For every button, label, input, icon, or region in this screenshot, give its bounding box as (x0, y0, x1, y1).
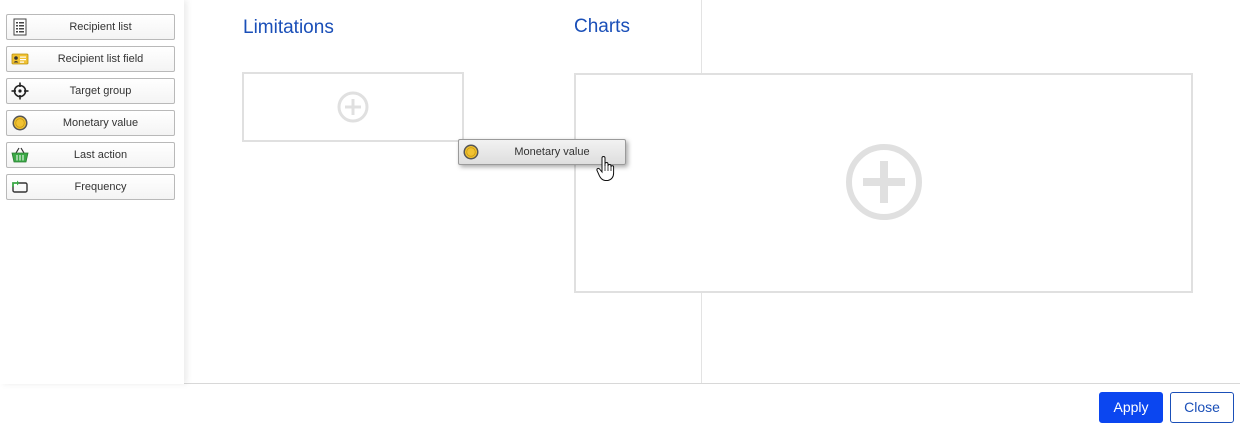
palette-item-label: Recipient list (69, 21, 132, 33)
palette-item-label: Target group (69, 85, 132, 97)
apply-button[interactable]: Apply (1099, 392, 1163, 423)
palette-item-label: Monetary value (62, 117, 139, 129)
hand-cursor-icon (596, 156, 615, 181)
palette-item-target-group[interactable]: Target group (6, 78, 175, 104)
dialog-footer: Apply Close (0, 383, 1240, 437)
charts-drop-zone[interactable] (574, 73, 1193, 293)
main-area: Limitations Charts (184, 0, 1240, 384)
id-card-icon (11, 53, 29, 65)
close-button[interactable]: Close (1170, 392, 1234, 423)
palette-item-frequency[interactable]: Frequency (6, 174, 175, 200)
palette-item-label: Last action (73, 149, 128, 161)
limitations-title: Limitations (243, 17, 334, 38)
list-icon (13, 18, 27, 36)
palette-item-label: Frequency (74, 181, 127, 193)
palette-item-last-action[interactable]: Last action (6, 142, 175, 168)
repeat-icon (12, 180, 28, 193)
add-icon (337, 91, 369, 123)
palette-item-label: Recipient list field (57, 53, 144, 65)
coin-icon (12, 115, 28, 131)
limitations-drop-zone[interactable] (242, 72, 464, 142)
basket-icon (11, 147, 29, 163)
palette-item-monetary-value[interactable]: Monetary value (6, 110, 175, 136)
crosshair-icon (11, 82, 29, 100)
component-palette: Recipient list Recipient list field Targ… (0, 0, 184, 384)
coin-icon (463, 144, 479, 160)
palette-item-recipient-list[interactable]: Recipient list (6, 14, 175, 40)
add-icon (846, 144, 922, 220)
palette-item-recipient-list-field[interactable]: Recipient list field (6, 46, 175, 72)
charts-title: Charts (574, 16, 630, 37)
